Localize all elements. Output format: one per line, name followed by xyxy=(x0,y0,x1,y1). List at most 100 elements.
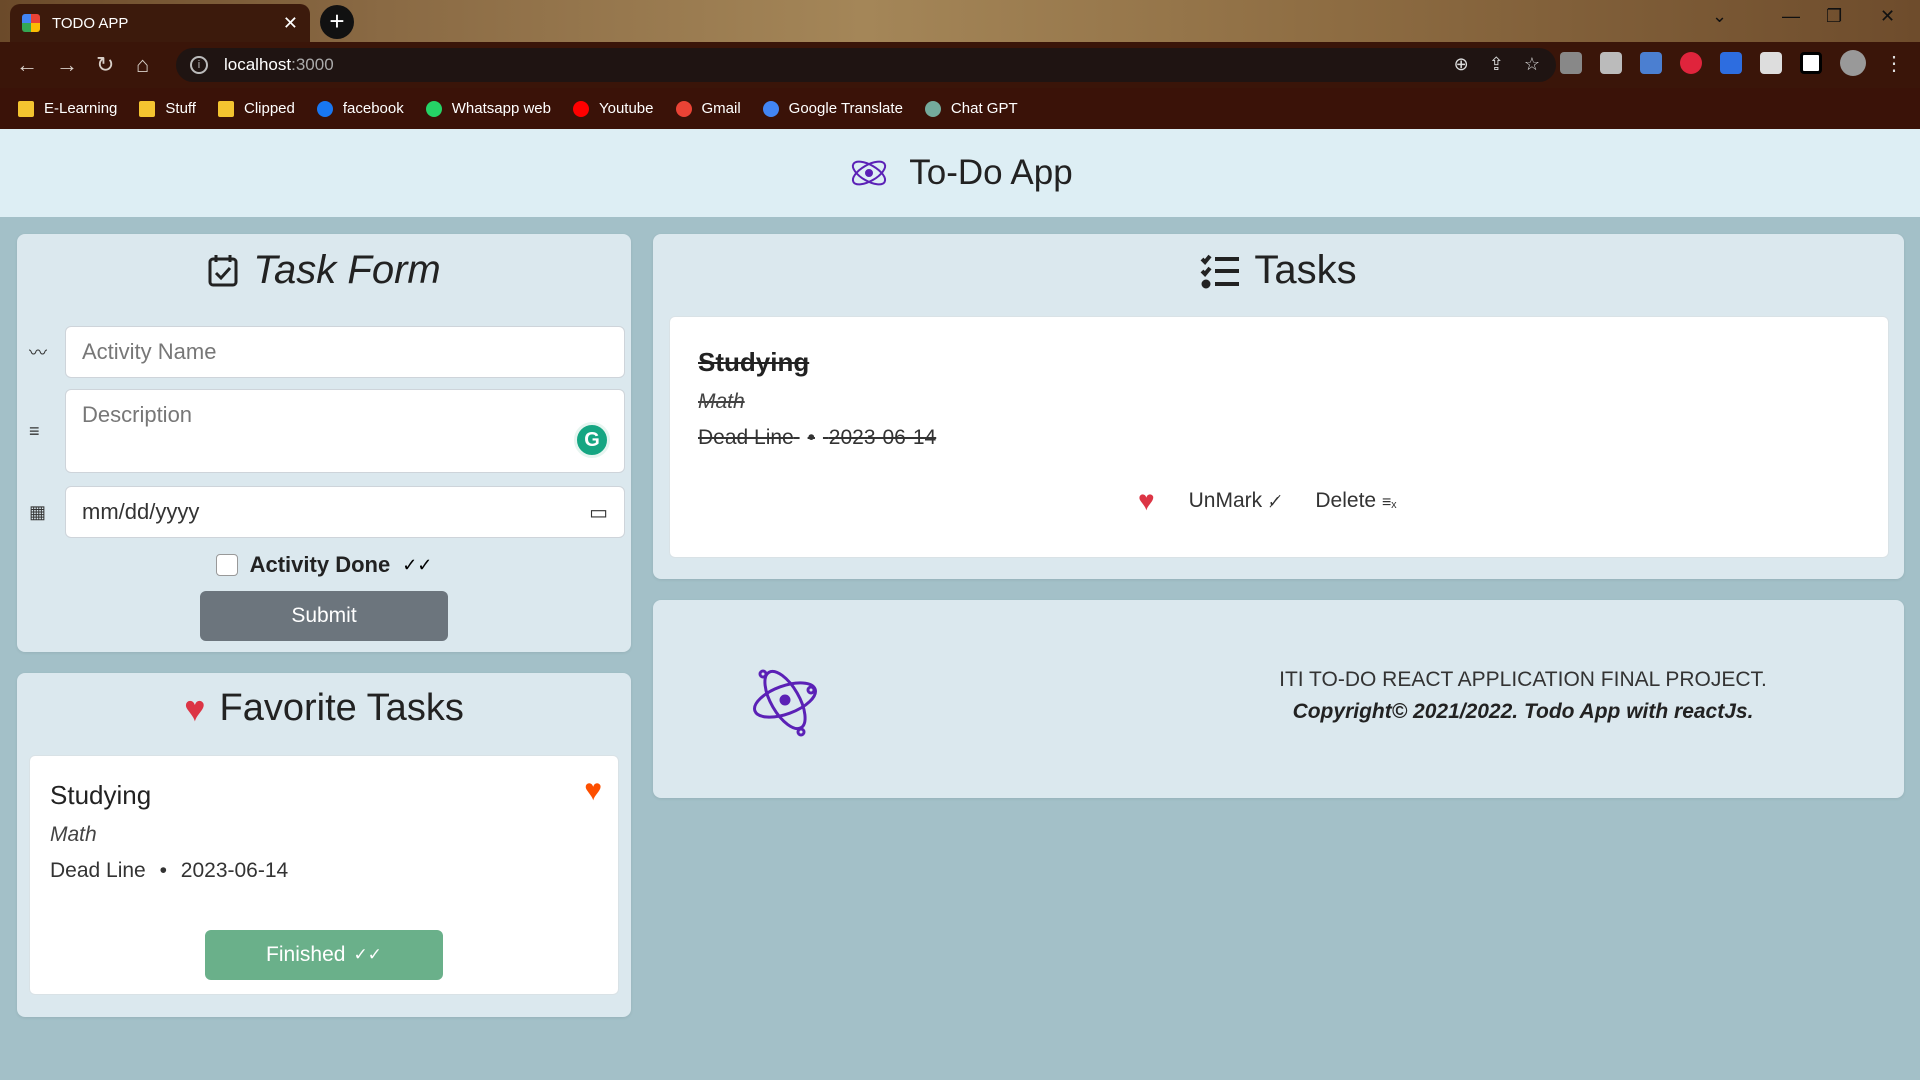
tab-favicon-icon xyxy=(22,14,40,32)
bookmark-whatsapp-web[interactable]: Whatsapp web xyxy=(425,100,551,117)
bookmarks-bar: E-Learning Stuff Clipped facebook Whatsapp w… xyxy=(0,88,1920,129)
adblock-icon[interactable] xyxy=(1680,52,1702,74)
description-textarea[interactable]: Description G xyxy=(65,389,625,473)
app-header: To-Do App xyxy=(0,129,1920,217)
extensions-puzzle-icon[interactable] xyxy=(1760,52,1782,74)
bookmark-youtube[interactable]: Youtube xyxy=(572,100,654,117)
bookmark-stuff[interactable]: Stuff xyxy=(139,100,196,117)
favorite-task-card: ♥ Studying Math Dead Line • 2023-06-14 F… xyxy=(29,755,619,995)
text-lines-icon: ≡ xyxy=(29,420,40,441)
task-form-title: Task Form xyxy=(253,248,441,292)
side-panel-icon[interactable] xyxy=(1800,52,1822,74)
deadline-label: Dead Line xyxy=(698,426,794,449)
browser-chrome: TODO APP ✕ + ⌄ — ❐ ✕ ← → ↻ ⌂ i localhost… xyxy=(0,0,1920,129)
activity-name-input[interactable]: Activity Name xyxy=(65,326,625,378)
bookmark-label: Youtube xyxy=(598,100,654,117)
favorite-tasks-header: ♥ Favorite Tasks xyxy=(17,687,631,730)
favorite-heart-icon[interactable]: ♥ xyxy=(584,774,602,808)
tab-title: TODO APP xyxy=(52,14,129,32)
tab-search-icon[interactable]: ⌄ xyxy=(1712,6,1727,27)
app-title: To-Do App xyxy=(909,153,1073,192)
submit-button[interactable]: Submit xyxy=(200,591,448,641)
youtube-icon xyxy=(572,100,589,117)
task-form-card: Task Form 〰 Activity Name ≡ Description … xyxy=(17,234,631,652)
tab-strip: TODO APP ✕ + ⌄ — ❐ ✕ xyxy=(0,0,1920,42)
reload-icon[interactable]: ↻ xyxy=(96,52,114,78)
bookmark-star-icon[interactable]: ☆ xyxy=(1524,54,1540,75)
gmail-icon xyxy=(675,100,692,117)
back-icon[interactable]: ← xyxy=(16,52,38,78)
footer-project-line: ITI TO-DO REACT APPLICATION FINAL PROJEC… xyxy=(1279,668,1767,691)
bookmark-label: Google Translate xyxy=(788,100,903,117)
close-window-icon[interactable]: ✕ xyxy=(1880,6,1895,27)
tasks-title: Tasks xyxy=(1254,248,1357,292)
bookmark-label: facebook xyxy=(342,100,404,117)
bookmark-label: Whatsapp web xyxy=(451,100,551,117)
tab-close-icon[interactable]: ✕ xyxy=(283,13,298,34)
bookmark-label: E-Learning xyxy=(44,100,118,117)
menu-dots-icon[interactable]: ⋮ xyxy=(1884,51,1904,76)
bookmark-clipped[interactable]: Clipped xyxy=(217,100,295,117)
date-picker-icon[interactable]: ▭ xyxy=(589,500,608,525)
deadline-date: 2023-06-14 xyxy=(828,426,937,449)
favorite-task-description: Math xyxy=(50,823,97,846)
bookmark-google-translate[interactable]: Google Translate xyxy=(762,100,903,117)
finished-button[interactable]: Finished ✓✓ xyxy=(205,930,443,980)
task-deadline: Dead Line • 2023-06-14 xyxy=(698,426,936,450)
bookmark-facebook[interactable]: facebook xyxy=(316,100,404,117)
zoom-icon[interactable]: ⊕ xyxy=(1454,54,1469,75)
unmark-button[interactable]: UnMark ✓̸ xyxy=(1189,489,1282,513)
facebook-icon xyxy=(316,100,333,117)
unmark-label: UnMark xyxy=(1188,489,1263,512)
translate-extension-icon[interactable] xyxy=(1640,52,1662,74)
shield-extension-icon[interactable] xyxy=(1720,52,1742,74)
bookmark-gmail[interactable]: Gmail xyxy=(675,100,741,117)
delete-label: Delete xyxy=(1315,489,1377,512)
favorite-task-title: Studying xyxy=(50,780,152,810)
site-info-icon[interactable]: i xyxy=(190,56,208,74)
atom-icon xyxy=(753,669,817,737)
task-description: Math xyxy=(698,390,745,413)
atom-icon xyxy=(852,160,887,186)
browser-toolbar: ← → ↻ ⌂ i localhost :3000 ⊕ ⇪ ☆ ⋮ xyxy=(0,42,1920,88)
url-host: localhost xyxy=(224,55,292,74)
favorite-heart-icon[interactable]: ♥ xyxy=(1138,485,1155,517)
chatgpt-icon xyxy=(924,100,941,117)
activity-pulse-icon: 〰 xyxy=(29,343,47,363)
folder-icon xyxy=(139,100,156,117)
bookmark-e-learning[interactable]: E-Learning xyxy=(18,100,117,117)
profile-avatar[interactable] xyxy=(1840,50,1866,76)
favorite-task-deadline: Dead Line • 2023-06-14 xyxy=(50,859,288,883)
forward-icon[interactable]: → xyxy=(56,52,78,78)
footer-copyright: Copyright© 2021/2022. Todo App with reac… xyxy=(1292,700,1754,723)
deadline-label: Dead Line xyxy=(50,859,146,882)
double-check-icon: ✓✓ xyxy=(353,945,382,964)
camera-extension-icon[interactable] xyxy=(1560,52,1582,74)
double-check-icon: ✓✓ xyxy=(402,554,433,575)
browser-tab[interactable]: TODO APP ✕ xyxy=(10,4,310,42)
url-port: :3000 xyxy=(291,55,334,74)
task-actions: ♥ UnMark ✓̸ Delete ≡ₓ xyxy=(1138,485,1397,517)
restore-icon[interactable]: ❐ xyxy=(1826,6,1842,27)
pen-extension-icon[interactable] xyxy=(1600,52,1622,74)
activity-row: 〰 Activity Name xyxy=(29,326,625,378)
address-bar[interactable]: i localhost :3000 ⊕ ⇪ ☆ xyxy=(176,48,1556,82)
description-row: ≡ Description G xyxy=(29,389,625,473)
meta-separator: • xyxy=(807,426,815,449)
bookmark-label: Chat GPT xyxy=(950,100,1018,117)
translate-icon xyxy=(762,100,779,117)
date-input[interactable]: mm/dd/yyyy ▭ xyxy=(65,486,625,538)
share-icon[interactable]: ⇪ xyxy=(1489,54,1504,75)
home-icon[interactable]: ⌂ xyxy=(136,52,149,78)
bookmark-label: Gmail xyxy=(701,100,741,117)
new-tab-button[interactable]: + xyxy=(320,5,354,39)
task-form-header: Task Form xyxy=(17,248,631,293)
favorite-tasks-title: Favorite Tasks xyxy=(219,687,464,729)
folder-icon xyxy=(18,100,34,117)
grammarly-icon[interactable]: G xyxy=(574,422,610,458)
bookmark-chat-gpt[interactable]: Chat GPT xyxy=(924,100,1018,117)
favorite-tasks-card: ♥ Favorite Tasks ♥ Studying Math Dead Li… xyxy=(17,673,631,1017)
minimize-icon[interactable]: — xyxy=(1782,6,1800,27)
activity-done-checkbox[interactable] xyxy=(215,554,238,576)
delete-button[interactable]: Delete ≡ₓ xyxy=(1315,489,1396,513)
